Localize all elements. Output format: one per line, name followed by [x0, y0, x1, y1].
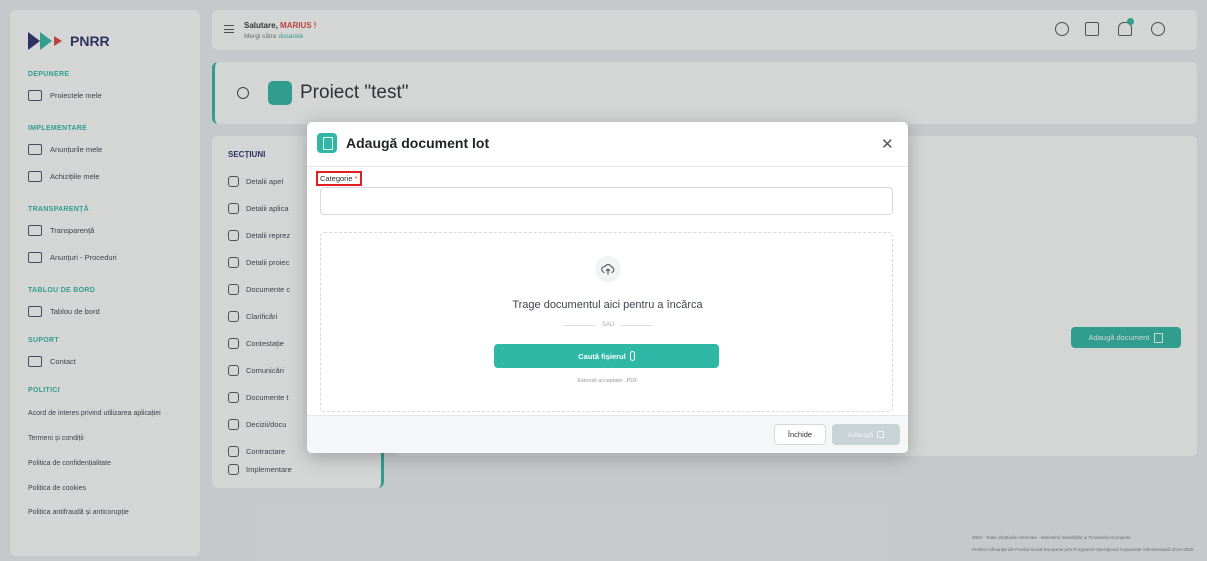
browse-label: Caută fișierul [578, 351, 626, 361]
add-label: Adaugă [847, 430, 874, 439]
category-label-text: Categorie [320, 174, 353, 183]
required-mark: * [354, 174, 358, 183]
cloud-upload-icon [595, 256, 621, 282]
drag-drop-text: Trage documentul aici pentru a încărca [512, 299, 703, 311]
browse-file-button[interactable]: Caută fișierul [494, 344, 719, 368]
accepted-extensions: Extensii acceptate: .PDF [577, 378, 638, 384]
modal-footer: Închide Adaugă [307, 415, 908, 453]
or-divider: SAU [563, 322, 653, 328]
plus-icon [877, 431, 885, 438]
modal-title: Adaugă document lot [346, 135, 490, 151]
category-label: Categorie * [316, 171, 362, 186]
paperclip-icon [629, 351, 635, 361]
modal-header: Adaugă document lot ✕ [307, 122, 908, 167]
add-button[interactable]: Adaugă [832, 424, 900, 445]
file-plus-icon [317, 133, 337, 153]
add-document-modal: Adaugă document lot ✕ Categorie * Trage … [307, 122, 908, 453]
close-icon[interactable]: ✕ [881, 135, 894, 153]
category-input[interactable] [320, 187, 893, 215]
close-button[interactable]: Închide [774, 424, 826, 445]
